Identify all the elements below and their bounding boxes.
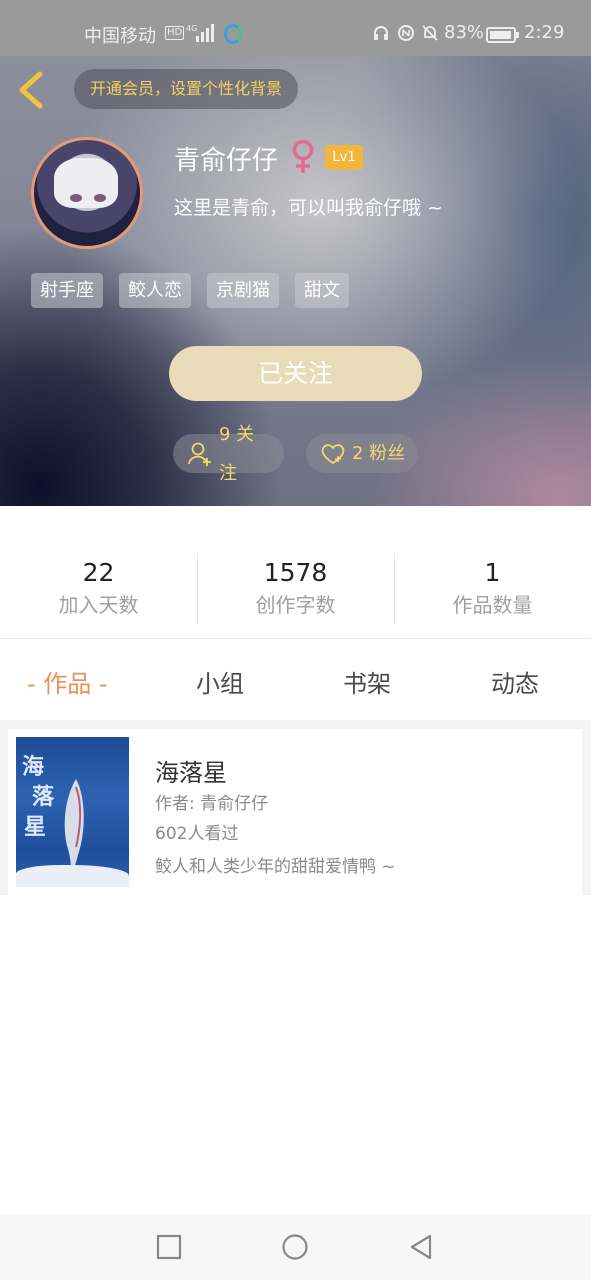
stat-word-count: 1578 创作字数 [197, 556, 394, 620]
vip-background-button[interactable]: 开通会员，设置个性化背景 [74, 69, 299, 109]
whale-illustration [64, 779, 84, 875]
bio-text: 这里是青俞，可以叫我俞仔哦 ~ [174, 197, 443, 219]
nickname: 青俞仔仔 [174, 146, 279, 176]
cover-title-char: 落 [32, 784, 55, 810]
nfc-icon [398, 25, 414, 41]
tag-item: 鲛人恋 [119, 273, 191, 308]
following-count-button[interactable]: 9 关注 [173, 424, 284, 484]
stat-label: 创作字数 [255, 593, 336, 617]
svg-text:4G: 4G [186, 24, 197, 33]
level-badge: Lv1 [325, 145, 363, 170]
followed-button[interactable]: 已关注 [169, 346, 422, 401]
back-arrow-icon[interactable] [14, 70, 48, 110]
tab-activity[interactable]: 动态 [491, 664, 539, 699]
avatar[interactable] [31, 137, 143, 249]
fans-count-button[interactable]: 2 粉丝 [306, 434, 418, 473]
book-author: 作者: 青俞仔仔 [155, 794, 269, 814]
stat-value: 1578 [263, 558, 328, 587]
signal-icon: 4G [186, 24, 214, 42]
stat-value: 22 [82, 558, 115, 587]
stat-works-count: 1 作品数量 [394, 556, 591, 620]
fans-label: 2 粉丝 [352, 443, 406, 464]
home-icon[interactable] [282, 1234, 308, 1260]
book-views: 602人看过 [155, 824, 239, 844]
tag-item: 射手座 [31, 273, 103, 308]
tab-bookshelf[interactable]: 书架 [343, 664, 391, 699]
female-icon [292, 139, 314, 173]
status-bar: 中国移动 HD 4G 83% 2:29 [0, 0, 591, 56]
tag-item: 甜文 [295, 273, 349, 308]
book-description: 鲛人和人类少年的甜甜爱情鸭 ~ [155, 857, 396, 877]
profile-header: 开通会员，设置个性化背景 青俞仔仔 Lv1 这里是青俞，可以叫我俞仔哦 ~ 射手… [0, 56, 591, 506]
stat-label: 加入天数 [58, 593, 139, 617]
hd-icon: HD [165, 26, 185, 40]
stat-value: 1 [484, 558, 501, 587]
headset-icon [374, 26, 388, 40]
tab-works[interactable]: - 作品 - [27, 664, 108, 699]
clock: 2:29 [524, 22, 565, 43]
battery-percent: 83% [444, 22, 485, 43]
tab-bar: - 作品 - 小组 书架 动态 [0, 640, 591, 720]
tag-item: 京剧猫 [207, 273, 279, 308]
cover-title-char: 海 [22, 754, 45, 780]
tag-list: 射手座 鲛人恋 京剧猫 甜文 [31, 273, 349, 308]
book-title[interactable]: 海落星 [155, 753, 227, 788]
book-card[interactable]: 海 落 星 海落星 作者: 青俞仔仔 602人看过 鲛人和人类少年的甜甜爱情鸭 … [8, 729, 582, 895]
stat-label: 作品数量 [452, 593, 533, 617]
cover-cloud [16, 865, 129, 887]
carrier-name: 中国移动 [84, 26, 156, 47]
tab-groups[interactable]: 小组 [196, 664, 244, 699]
cover-title-char: 星 [24, 814, 47, 840]
assistant-icon [224, 24, 242, 44]
battery-icon [486, 27, 519, 43]
recent-apps-icon[interactable] [156, 1234, 182, 1260]
back-icon[interactable] [408, 1234, 434, 1260]
mute-bell-icon [422, 25, 438, 41]
stat-join-days: 22 加入天数 [0, 556, 197, 620]
book-cover[interactable]: 海 落 星 [16, 737, 129, 887]
stats-row: 22 加入天数 1578 创作字数 1 作品数量 [0, 506, 591, 639]
add-user-icon [188, 442, 211, 466]
heart-icon [321, 443, 345, 464]
system-nav-bar [0, 1214, 591, 1280]
following-label: 9 关注 [218, 423, 255, 484]
